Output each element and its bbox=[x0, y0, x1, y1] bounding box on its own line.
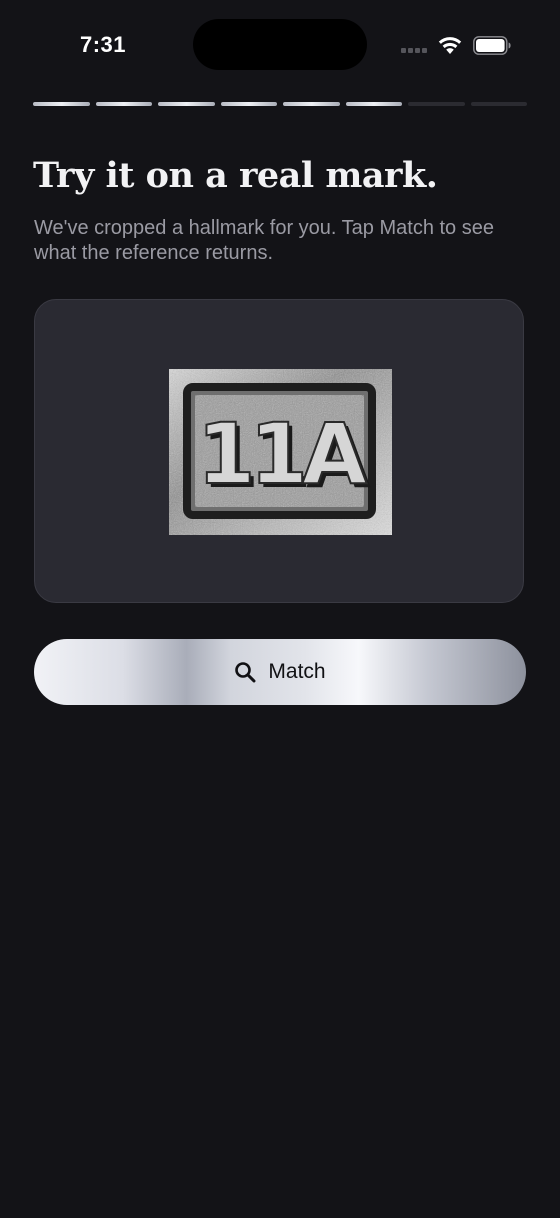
hallmark-image: 11A 11A bbox=[169, 369, 392, 535]
hallmark-text: 11A bbox=[197, 405, 367, 503]
search-icon bbox=[235, 662, 256, 683]
match-button[interactable]: Match bbox=[34, 639, 526, 705]
wifi-icon bbox=[438, 37, 462, 54]
battery-icon bbox=[473, 36, 511, 55]
progress-segment bbox=[470, 102, 527, 106]
onboarding-screen: 7:31 Try it on a real mark. We've croppe… bbox=[0, 0, 560, 1218]
progress-segment bbox=[33, 102, 90, 106]
page-subtitle: We've cropped a hallmark for you. Tap Ma… bbox=[34, 217, 494, 264]
match-button-label: Match bbox=[268, 660, 326, 683]
progress-segment bbox=[345, 102, 402, 106]
onboarding-progress bbox=[33, 102, 527, 107]
page-title: Try it on a real mark. bbox=[33, 155, 438, 196]
dynamic-island bbox=[193, 19, 367, 70]
cellular-signal-icon bbox=[401, 47, 429, 53]
status-time: 7:31 bbox=[80, 32, 127, 57]
progress-segment bbox=[408, 102, 465, 106]
progress-segment bbox=[95, 102, 152, 106]
progress-segment bbox=[158, 102, 215, 106]
sample-mark-card: 11A 11A bbox=[34, 299, 524, 603]
progress-segment bbox=[283, 102, 340, 106]
progress-segment bbox=[220, 102, 277, 106]
